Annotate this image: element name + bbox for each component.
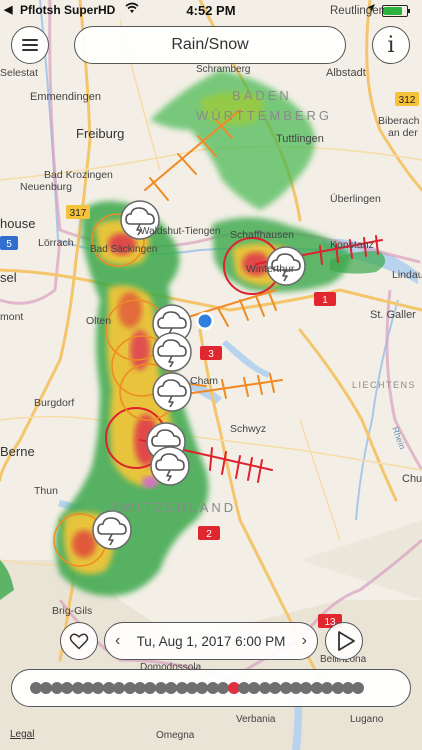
label-schaffhausen: Schaffhausen: [230, 229, 294, 241]
label-baden: BADEN: [232, 88, 292, 103]
label-bern: Berne: [0, 444, 35, 459]
user-location-dot: [196, 312, 214, 330]
timeline-scrubber[interactable]: [11, 669, 411, 707]
label-albstadt: Albstadt: [326, 67, 366, 79]
svg-text:317: 317: [70, 208, 87, 219]
info-icon: i: [387, 32, 395, 58]
label-burgdorf: Burgdorf: [34, 397, 74, 409]
status-bar: ◀ Pflotsh SuperHD 4:52 PM: [0, 0, 422, 20]
label-konstanz: Konstanz: [330, 239, 374, 251]
svg-text:2: 2: [206, 529, 212, 540]
clock: 4:52 PM: [186, 3, 236, 18]
road-shield-3: 3: [200, 346, 222, 360]
label-uberlingen: Überlingen: [330, 193, 381, 205]
play-icon: [337, 631, 355, 651]
label-switzerland: SWITZERLAND: [110, 500, 236, 515]
favorite-button[interactable]: [60, 622, 98, 660]
label-liechtenstein: LIECHTENS: [352, 380, 416, 390]
road-shield-5: 5: [0, 236, 18, 250]
timeline-frame[interactable]: [352, 682, 365, 694]
label-lugano: Lugano: [350, 714, 384, 725]
label-schramberg: Schramberg: [196, 64, 250, 75]
layer-selector-button[interactable]: Rain/Snow: [74, 26, 346, 64]
label-cham: Cham: [190, 375, 218, 387]
label-tuttlingen: Tuttlingen: [276, 133, 324, 145]
label-lorrach: Lörrach: [38, 237, 74, 249]
battery-level: [384, 7, 402, 15]
layer-label: Rain/Snow: [171, 36, 249, 53]
battery-icon: [382, 5, 410, 17]
location-arrow-icon: [366, 3, 376, 16]
legal-link[interactable]: Legal: [10, 729, 34, 740]
menu-button[interactable]: [11, 26, 49, 64]
hamburger-menu-icon: [22, 39, 38, 51]
label-schwyz: Schwyz: [230, 423, 266, 435]
label-wurttemberg: WÜRTTEMBERG: [196, 108, 332, 123]
thundercloud-icon[interactable]: [152, 372, 192, 412]
label-winterthur: Winterthur: [246, 263, 295, 275]
label-neuenburg: Neuenburg: [20, 181, 72, 193]
heart-icon: [69, 633, 89, 650]
play-button[interactable]: [325, 622, 363, 660]
previous-frame-button[interactable]: ‹: [115, 632, 120, 650]
svg-text:312: 312: [399, 95, 416, 106]
label-lindau: Lindau: [392, 269, 422, 281]
label-waldshut: Waldshut-Tiengen: [140, 226, 220, 237]
road-shield-2: 2: [198, 526, 220, 540]
label-st-gallen: St. Galler: [370, 309, 416, 321]
thundercloud-icon[interactable]: [92, 510, 132, 550]
label-chur: Chur: [402, 473, 422, 485]
label-selestat: Selestat: [0, 67, 38, 79]
label-thun: Thun: [34, 485, 58, 497]
road-shield-312: 312: [395, 92, 419, 106]
frame-date-label: Tu, Aug 1, 2017 6:00 PM: [136, 633, 286, 649]
road-shield-1: 1: [314, 292, 336, 306]
label-emmendingen: Emmendingen: [30, 91, 101, 103]
label-olten: Olten: [86, 315, 111, 327]
label-basel: sel: [0, 270, 17, 285]
label-mulhouse: house: [0, 216, 35, 231]
label-biberach: Biberach: [378, 115, 420, 127]
road-shield-317: 317: [66, 205, 90, 219]
label-bad-krozingen: Bad Krozingen: [44, 169, 113, 181]
label-mont: mont: [0, 311, 23, 323]
label-verbania: Verbania: [236, 714, 276, 725]
next-frame-button[interactable]: ›: [302, 632, 307, 650]
svg-text:5: 5: [6, 239, 12, 250]
label-bad-sackingen: Bad Säckingen: [90, 244, 157, 255]
thundercloud-icon[interactable]: [152, 332, 192, 372]
date-selector: ‹ Tu, Aug 1, 2017 6:00 PM ›: [104, 622, 318, 660]
label-brig: Brig-Gils: [52, 605, 92, 617]
label-omegna: Omegna: [156, 730, 195, 741]
thundercloud-icon[interactable]: [150, 446, 190, 486]
label-freiburg: Freiburg: [76, 126, 124, 141]
svg-text:3: 3: [208, 349, 214, 360]
info-button[interactable]: i: [372, 26, 410, 64]
label-an-der: an der: [388, 127, 418, 139]
svg-text:1: 1: [322, 295, 328, 306]
